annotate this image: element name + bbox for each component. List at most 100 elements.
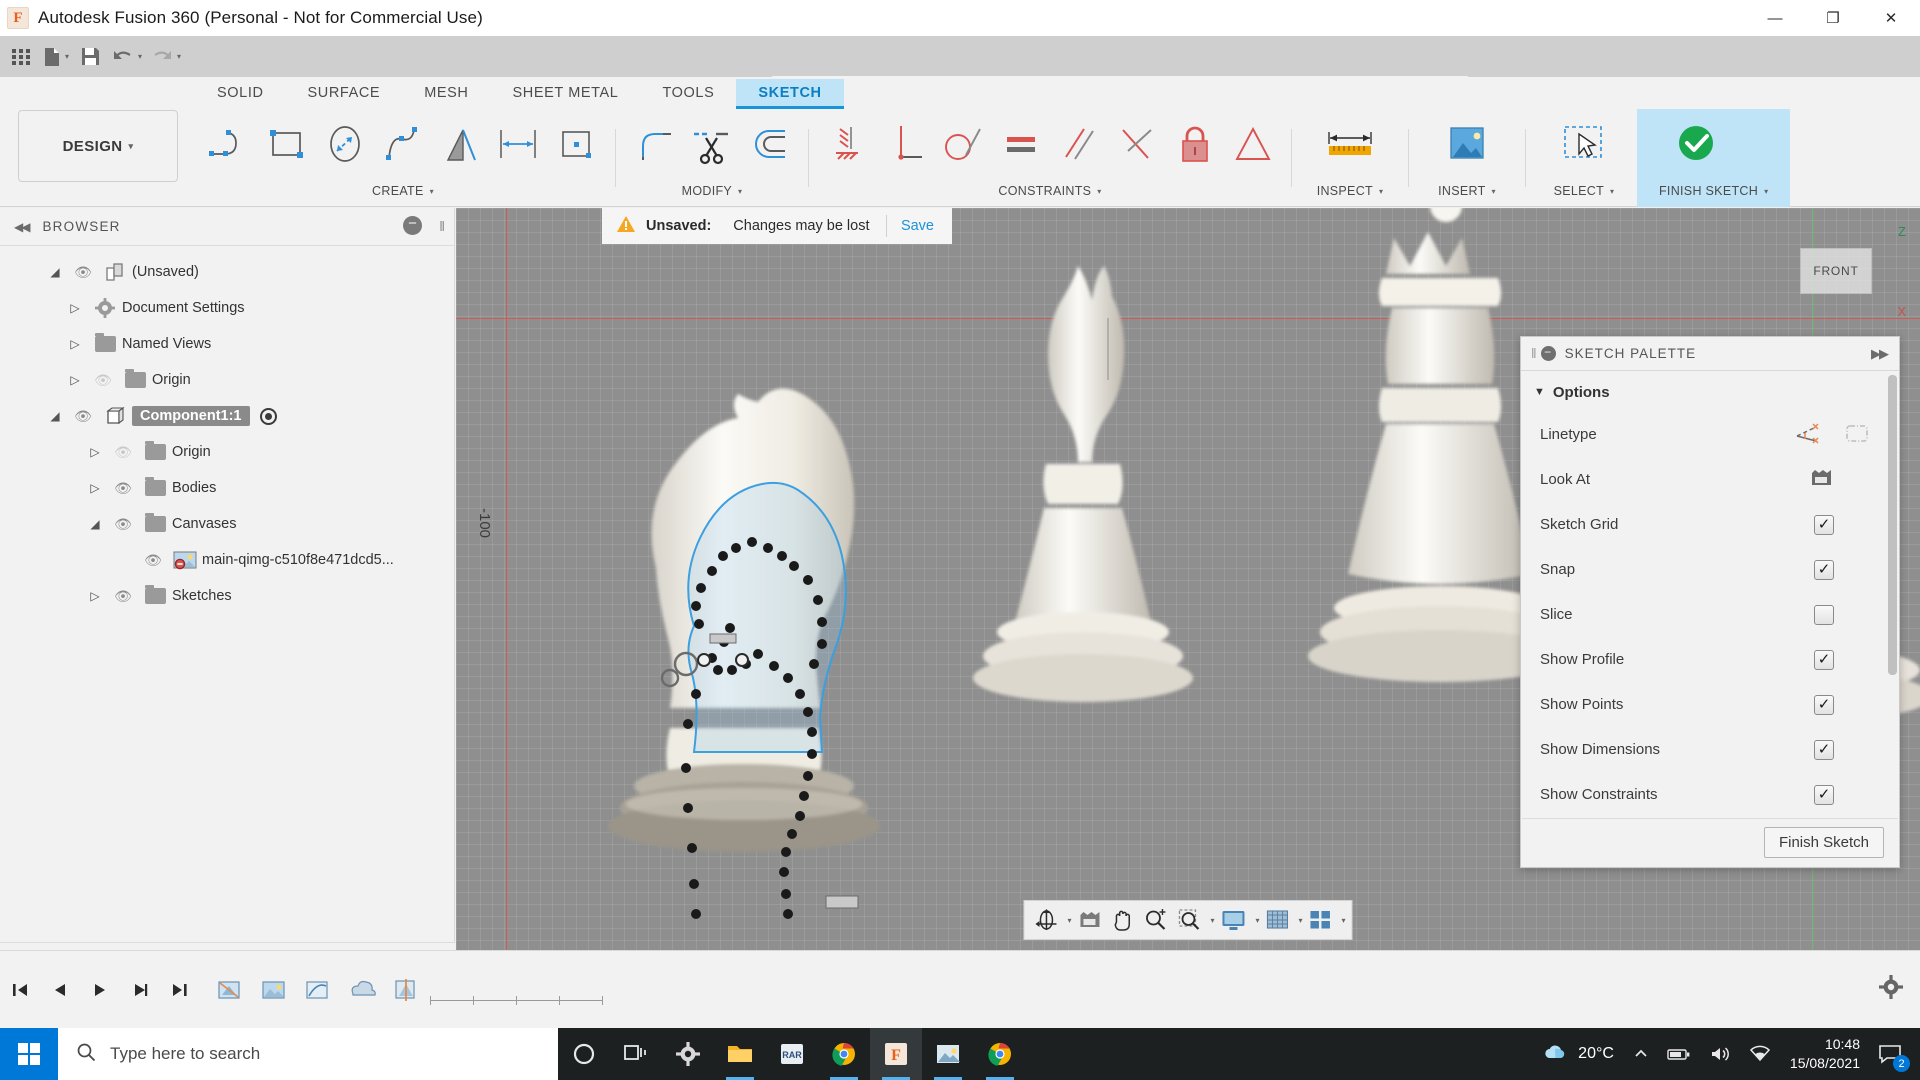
tree-item-sketches[interactable]: ▷ 👁 Sketches: [0, 578, 454, 614]
panel-create-caret-icon[interactable]: ▾: [430, 187, 434, 196]
ribbon-panel-label-select[interactable]: SELECT ▾: [1547, 179, 1621, 203]
ribbon-tab-sheet-metal[interactable]: SHEET METAL: [491, 79, 641, 109]
palette-row-slice[interactable]: Slice: [1522, 592, 1898, 637]
palette-row-show-points[interactable]: Show Points ✓: [1522, 682, 1898, 727]
close-icon[interactable]: ✕: [1862, 0, 1920, 36]
viewport[interactable]: -100 50: [456, 208, 1920, 950]
ribbon-tab-solid[interactable]: SOLID: [195, 79, 286, 109]
expand-arrow-icon[interactable]: ▷: [62, 301, 88, 315]
sketch-palette-header[interactable]: ‖ − SKETCH PALETTE ▶▶: [1521, 337, 1899, 371]
timeline-feature-sketch2[interactable]: [298, 970, 338, 1010]
taskbar-chrome-2-icon[interactable]: [974, 1028, 1026, 1080]
visibility-eye-icon[interactable]: 👁: [108, 516, 138, 533]
line-tool-icon[interactable]: [200, 113, 258, 175]
panel-modify-caret-icon[interactable]: ▾: [738, 187, 742, 196]
timeline-feature-canvas[interactable]: [254, 970, 294, 1010]
timeline-track[interactable]: [210, 967, 426, 1013]
tray-expand-icon[interactable]: [1624, 1028, 1658, 1080]
expand-arrow-icon[interactable]: ▷: [62, 337, 88, 351]
panel-constraints-caret-icon[interactable]: ▾: [1097, 187, 1101, 196]
tree-item-bodies[interactable]: ▷ 👁 Bodies: [0, 470, 454, 506]
taskbar-clock[interactable]: 10:48 15/08/2021: [1780, 1028, 1870, 1080]
ribbon-panel-label-create[interactable]: CREATE ▾: [200, 179, 606, 203]
tray-battery-icon[interactable]: [1658, 1028, 1700, 1080]
offset-tool-icon[interactable]: [741, 113, 799, 175]
snap-checkbox[interactable]: ✓: [1814, 560, 1834, 580]
tree-item-component1[interactable]: ◢ 👁 Component1:1: [0, 398, 454, 434]
timeline-feature-body[interactable]: [342, 970, 382, 1010]
timeline-feature-sketch[interactable]: [210, 970, 250, 1010]
new-file-icon[interactable]: ▾: [38, 40, 73, 74]
undo-caret-icon[interactable]: ▾: [138, 52, 142, 61]
ribbon-panel-label-finish-sketch[interactable]: FINISH SKETCH ▾: [1659, 179, 1768, 203]
expand-arrow-icon[interactable]: ▷: [82, 589, 108, 603]
perpendicular-constraint-icon[interactable]: [1108, 113, 1166, 175]
redo-icon[interactable]: ▾: [146, 40, 185, 74]
tangent-constraint-icon[interactable]: [934, 113, 992, 175]
palette-row-look-at[interactable]: Look At: [1522, 457, 1898, 502]
app-grid-icon[interactable]: [4, 40, 38, 74]
slice-checkbox[interactable]: [1814, 605, 1834, 625]
circle-tool-icon[interactable]: [316, 113, 374, 175]
measure-tool-icon[interactable]: [1313, 98, 1387, 190]
timeline-first-button[interactable]: [0, 967, 40, 1013]
taskbar-fusion360-icon[interactable]: F: [870, 1028, 922, 1080]
expand-arrow-icon[interactable]: ▷: [82, 481, 108, 495]
equal-constraint-icon[interactable]: [992, 113, 1050, 175]
show-profile-checkbox[interactable]: ✓: [1814, 650, 1834, 670]
taskbar-winrar-icon[interactable]: RAR: [766, 1028, 818, 1080]
panel-insert-caret-icon[interactable]: ▾: [1492, 187, 1496, 196]
taskbar-chrome-icon[interactable]: [818, 1028, 870, 1080]
panel-finish-sketch-caret-icon[interactable]: ▾: [1764, 187, 1768, 196]
timeline-previous-button[interactable]: [40, 967, 80, 1013]
orbit-tool-icon[interactable]: [1030, 903, 1062, 937]
linetype-normal-icon[interactable]: [1794, 422, 1822, 448]
finish-sketch-icon[interactable]: [1659, 98, 1733, 190]
dimension-tool-icon[interactable]: [490, 113, 548, 175]
timeline-feature-current[interactable]: [386, 970, 426, 1010]
grid-snaps-caret-icon[interactable]: ▾: [1299, 916, 1303, 925]
taskbar-task-view-icon[interactable]: [610, 1028, 662, 1080]
linetype-construction-icon[interactable]: [1844, 422, 1870, 448]
visibility-eye-off-icon[interactable]: 👁: [108, 444, 138, 461]
orbit-caret-icon[interactable]: ▾: [1067, 916, 1071, 925]
expand-arrow-icon[interactable]: ▷: [82, 445, 108, 459]
parallel-constraint-icon[interactable]: [1050, 113, 1108, 175]
visibility-eye-icon[interactable]: 👁: [108, 588, 138, 605]
viewports-caret-icon[interactable]: ▾: [1342, 916, 1346, 925]
visibility-eye-icon[interactable]: 👁: [108, 480, 138, 497]
panel-select-caret-icon[interactable]: ▾: [1610, 187, 1614, 196]
taskbar-photos-icon[interactable]: [922, 1028, 974, 1080]
palette-row-show-profile[interactable]: Show Profile ✓: [1522, 637, 1898, 682]
browser-collapse-icon[interactable]: ◀◀: [14, 220, 28, 234]
expand-arrow-icon[interactable]: ▷: [62, 373, 88, 387]
palette-options-section-header[interactable]: ▼ Options: [1522, 372, 1898, 412]
select-tool-icon[interactable]: [1547, 98, 1621, 190]
save-link[interactable]: Save: [901, 218, 934, 234]
workspace-switcher-button[interactable]: DESIGN ▾: [18, 110, 178, 182]
timeline-play-button[interactable]: [80, 967, 120, 1013]
ribbon-panel-label-modify[interactable]: MODIFY ▾: [625, 179, 799, 203]
browser-resize-grip[interactable]: ‖: [439, 218, 442, 234]
visibility-eye-icon[interactable]: 👁: [68, 264, 98, 281]
taskbar-cortana-icon[interactable]: [558, 1028, 610, 1080]
start-button[interactable]: [0, 1028, 58, 1080]
taskbar-settings-icon[interactable]: [662, 1028, 714, 1080]
fillet-tool-icon[interactable]: [625, 113, 683, 175]
show-constraints-checkbox[interactable]: ✓: [1814, 785, 1834, 805]
spline-tool-icon[interactable]: [374, 113, 432, 175]
tray-network-icon[interactable]: [1740, 1028, 1780, 1080]
pan-tool-icon[interactable]: [1107, 903, 1137, 937]
show-dimensions-checkbox[interactable]: ✓: [1814, 740, 1834, 760]
taskbar-search[interactable]: Type here to search: [58, 1028, 558, 1080]
tree-item-origin-root[interactable]: ▷ 👁 Origin: [0, 362, 454, 398]
look-at-tool-icon[interactable]: [1073, 903, 1105, 937]
ribbon-tab-tools[interactable]: TOOLS: [640, 79, 736, 109]
fix-unfix-constraint-icon[interactable]: [1166, 113, 1224, 175]
activate-component-radio[interactable]: [260, 408, 277, 425]
viewports-tool-icon[interactable]: [1305, 903, 1337, 937]
browser-minimize-icon[interactable]: −: [403, 216, 422, 235]
sketch-grid-checkbox[interactable]: ✓: [1814, 515, 1834, 535]
palette-expand-icon[interactable]: ▶▶: [1871, 346, 1887, 362]
ribbon-tab-surface[interactable]: SURFACE: [286, 79, 403, 109]
